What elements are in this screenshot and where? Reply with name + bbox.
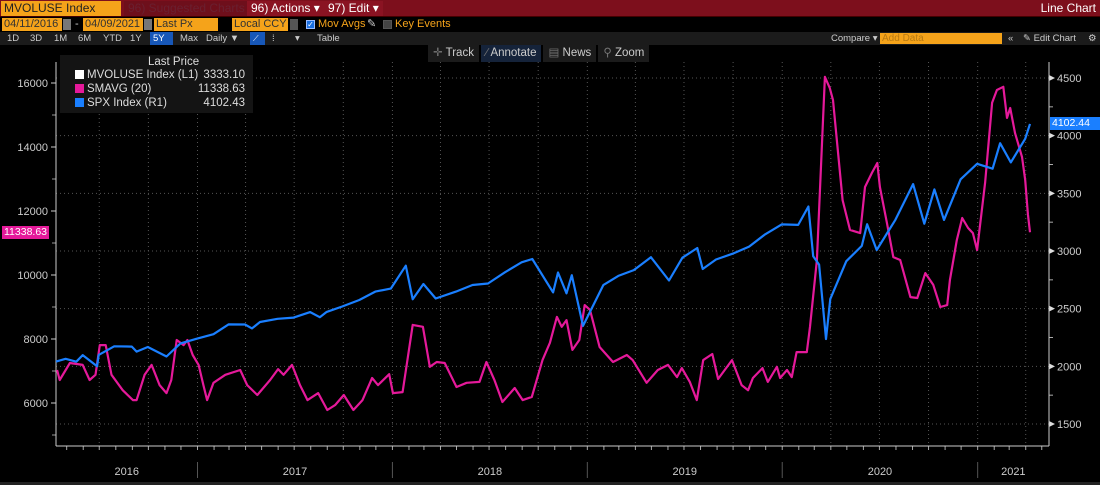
spx-series-line <box>55 123 1032 368</box>
right-tick <box>1049 305 1055 312</box>
legend-label: SMAVG (20) <box>87 83 152 95</box>
left-tick-label: 16000 <box>17 78 48 90</box>
left-tick-label: 6000 <box>24 398 48 410</box>
right-tick <box>1049 421 1055 427</box>
right-tick <box>1049 75 1055 82</box>
year-label: 2018 <box>478 466 502 478</box>
legend-item-spx[interactable]: SPX Index (R1) <box>75 97 167 109</box>
year-label: 2019 <box>673 466 697 478</box>
year-label: 2020 <box>868 466 892 478</box>
right-tick-label: 2000 <box>1057 361 1081 373</box>
legend-swatch <box>75 98 84 107</box>
legend-value: 4102.43 <box>203 97 245 109</box>
right-tick-label: 4000 <box>1057 131 1081 143</box>
right-tick-label: 2500 <box>1057 304 1081 316</box>
right-last-value-marker: 4102.44 <box>1050 117 1100 130</box>
right-tick <box>1049 190 1055 197</box>
right-tick-label: 1500 <box>1057 419 1081 431</box>
legend-value: 3333.10 <box>203 69 245 81</box>
right-tick-label: 4500 <box>1057 73 1081 85</box>
year-label: 2021 <box>1001 466 1025 478</box>
legend-swatch <box>75 70 84 79</box>
legend-swatch <box>75 84 84 93</box>
legend-label: SPX Index (R1) <box>87 97 167 109</box>
left-tick-label: 10000 <box>17 270 48 282</box>
left-tick-label: 8000 <box>24 334 48 346</box>
right-tick-label: 3500 <box>1057 188 1081 200</box>
left-last-value-marker: 11338.63 <box>2 226 50 239</box>
legend-item-smavg[interactable]: SMAVG (20) <box>75 83 151 95</box>
right-tick <box>1049 248 1055 255</box>
right-tick <box>1049 363 1055 370</box>
legend-label: MVOLUSE Index (L1) <box>87 69 199 81</box>
legend-title: Last Price <box>148 56 200 68</box>
right-tick <box>1049 132 1055 139</box>
legend-item-mvoluse[interactable]: MVOLUSE Index (L1) <box>75 69 198 81</box>
legend: Last Price MVOLUSE Index (L1) 3333.10 SM… <box>60 55 253 113</box>
legend-value: 11338.63 <box>197 83 245 95</box>
right-tick-label: 3000 <box>1057 246 1081 258</box>
year-label: 2017 <box>283 466 307 478</box>
left-tick-label: 12000 <box>17 206 48 218</box>
left-tick-label: 14000 <box>17 142 48 154</box>
year-label: 2016 <box>115 466 139 478</box>
smavg-series-line <box>56 75 1032 412</box>
